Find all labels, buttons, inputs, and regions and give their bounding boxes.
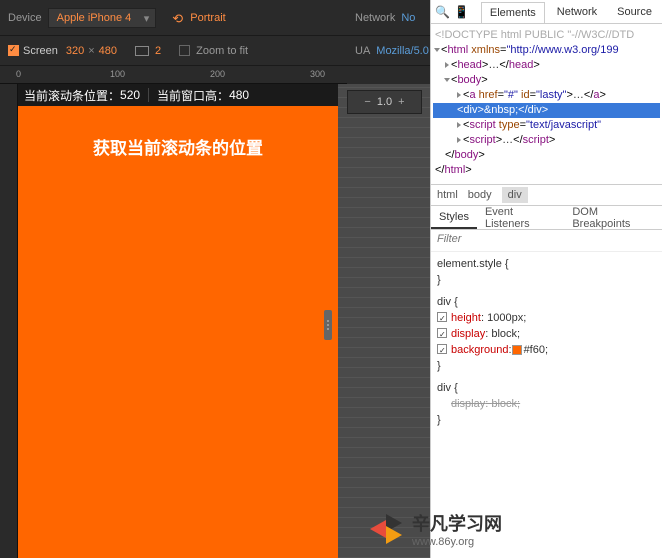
prop-checkbox[interactable]	[437, 344, 447, 354]
height-value[interactable]: 480	[99, 45, 117, 57]
selected-dom-node[interactable]: <div>&nbsp;</div>	[433, 103, 660, 118]
zoom-out-button[interactable]: −	[358, 96, 376, 108]
watermark-title: 辛凡学习网	[412, 510, 502, 536]
page-body: 获取当前滚动条的位置	[18, 106, 338, 558]
device-viewport[interactable]: 当前滚动条位置：520 当前窗口高：480 获取当前滚动条的位置	[18, 84, 338, 558]
zoom-value: 1.0	[377, 96, 392, 108]
page-heading: 获取当前滚动条的位置	[93, 134, 263, 558]
device-label: Device	[8, 12, 42, 24]
page-status-bar: 当前滚动条位置：520 当前窗口高：480	[18, 84, 338, 106]
zoom-label: Zoom to fit	[196, 45, 248, 57]
watermark-url: www.86y.org	[412, 536, 502, 548]
breadcrumb-html[interactable]: html	[437, 189, 458, 201]
network-panel: Network No UA Mozilla/5.0	[347, 0, 431, 84]
styles-tabs: Styles Event Listeners DOM Breakpoints	[431, 206, 662, 230]
color-swatch[interactable]	[512, 345, 522, 355]
dpr-value[interactable]: 2	[155, 45, 161, 57]
zoom-checkbox[interactable]	[179, 45, 190, 56]
canvas-grid	[338, 84, 430, 558]
styles-pane[interactable]: element.style { } div { height: 1000px; …	[431, 252, 662, 432]
tab-styles[interactable]: Styles	[431, 207, 477, 229]
screen-checkbox[interactable]	[8, 45, 19, 56]
prop-checkbox[interactable]	[437, 312, 447, 322]
tab-dom-breakpoints[interactable]: DOM Breakpoints	[564, 202, 662, 234]
screen-label: Screen	[23, 45, 58, 57]
zoom-control: − 1.0 +	[347, 90, 422, 114]
devtools-panel: 🔍 📱 Elements Network Source <!DOCTYPE ht…	[430, 0, 662, 558]
width-value[interactable]: 320	[66, 45, 84, 57]
orientation-button[interactable]: Portrait	[172, 11, 225, 25]
zoom-in-button[interactable]: +	[392, 96, 410, 108]
watermark: 辛凡学习网 www.86y.org	[370, 510, 502, 548]
tab-network[interactable]: Network	[549, 2, 605, 22]
logo-icon	[370, 511, 406, 547]
vertical-ruler	[0, 84, 18, 558]
ua-select[interactable]: Mozilla/5.0	[376, 45, 429, 57]
device-mode-icon[interactable]: 📱	[454, 4, 469, 20]
device-select[interactable]: Apple iPhone 4	[48, 8, 157, 28]
ua-label: UA	[355, 45, 370, 57]
search-icon[interactable]: 🔍	[435, 4, 450, 20]
network-label: Network	[355, 12, 395, 24]
breadcrumb-body[interactable]: body	[468, 189, 492, 201]
tab-source[interactable]: Source	[609, 2, 660, 22]
resize-handle[interactable]	[324, 310, 332, 340]
styles-filter-input[interactable]	[437, 233, 656, 245]
tab-elements[interactable]: Elements	[481, 2, 545, 23]
rotate-icon	[172, 11, 186, 25]
tab-event-listeners[interactable]: Event Listeners	[477, 202, 564, 234]
dom-tree[interactable]: <!DOCTYPE html PUBLIC "-//W3C//DTD <html…	[431, 24, 662, 184]
prop-checkbox[interactable]	[437, 328, 447, 338]
devtools-tabs: 🔍 📱 Elements Network Source	[431, 0, 662, 24]
dimension-x: ×	[88, 45, 94, 57]
aspect-icon[interactable]	[135, 46, 149, 56]
network-select[interactable]: No	[401, 12, 415, 24]
